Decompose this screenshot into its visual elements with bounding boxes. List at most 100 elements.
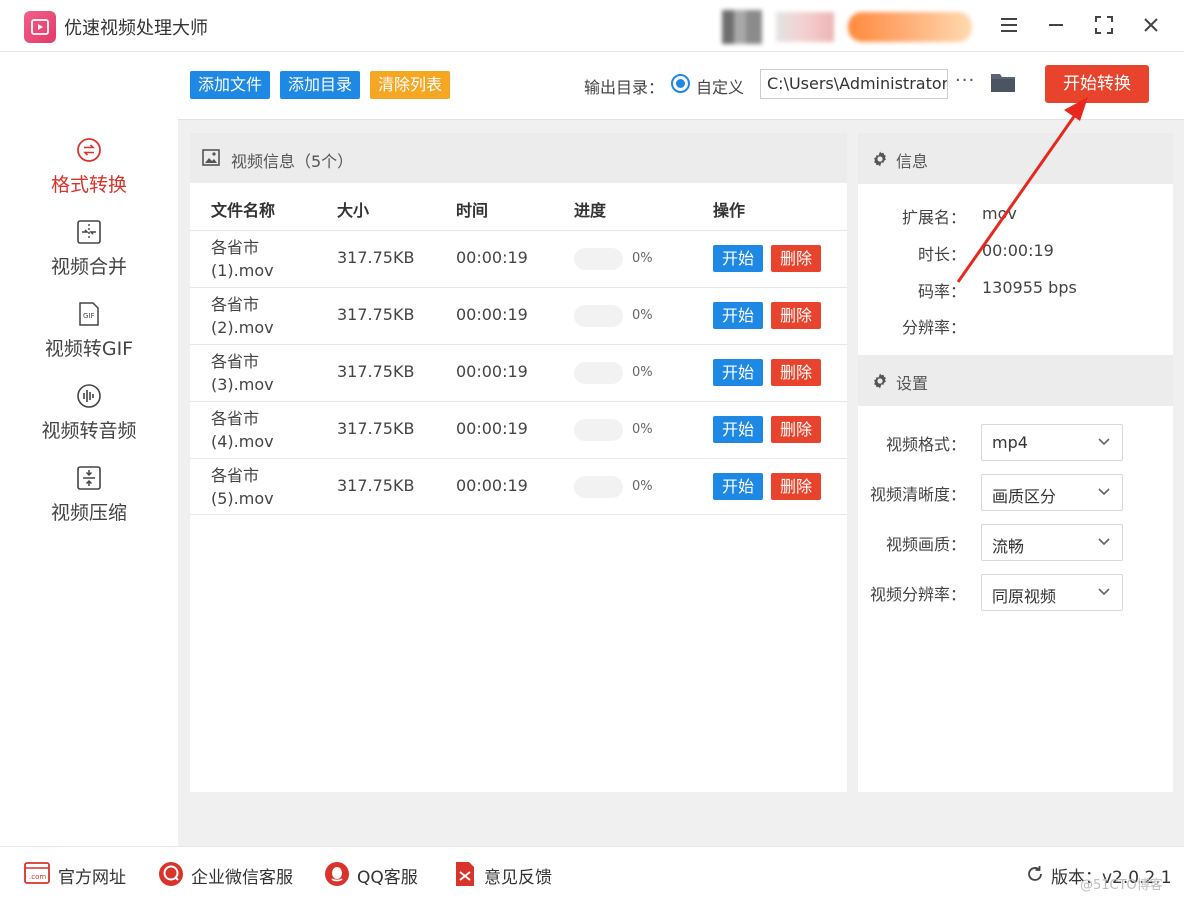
qq-support-link[interactable]: QQ客服 [324, 861, 424, 888]
row-start-button[interactable]: 开始 [713, 416, 764, 443]
video-format-select[interactable]: mp4 [981, 424, 1123, 461]
gear-icon [871, 372, 889, 394]
sidebar-item-format-convert[interactable]: 格式转换 [0, 136, 178, 206]
add-file-button[interactable]: 添加文件 [190, 71, 271, 99]
sidebar-item-label: 格式转换 [50, 174, 127, 196]
video-resolution-select[interactable]: 同原视频 [981, 574, 1123, 611]
file-size: 317.75KB [337, 305, 415, 324]
output-path-input[interactable]: C:\Users\Administrator\ [760, 69, 948, 99]
menu-icon[interactable] [996, 12, 1022, 38]
sidebar-item-gif[interactable]: GIF 视频转GIF [0, 300, 178, 370]
sidebar-item-label: 视频转音频 [41, 420, 137, 442]
format-convert-icon [75, 136, 103, 164]
row-start-button[interactable]: 开始 [713, 359, 764, 386]
chevron-down-icon [1098, 438, 1110, 446]
vip-badge[interactable] [848, 12, 972, 42]
info-header: 信息 [858, 133, 1173, 184]
gear-icon [871, 150, 889, 172]
file-size: 317.75KB [337, 362, 415, 381]
file-name: 各省市 (3).mov [211, 352, 274, 394]
sidebar-item-compress[interactable]: 视频压缩 [0, 464, 178, 534]
user-avatar[interactable] [722, 10, 762, 44]
video-clarity-value: 画质区分 [992, 487, 1057, 506]
website-label: 官方网址 [58, 868, 126, 888]
chevron-down-icon [1098, 588, 1110, 596]
progress-bar [574, 476, 623, 498]
progress-percent: 0% [632, 251, 653, 266]
qq-support-label: QQ客服 [357, 868, 418, 888]
footer: .com 官方网址 企业微信客服 QQ客服 意见反馈 版本：v2.0.2.1 [0, 846, 1184, 900]
watermark: @51CTO博客 [1080, 878, 1163, 893]
progress-percent: 0% [632, 365, 653, 380]
file-duration: 00:00:19 [456, 362, 528, 381]
column-header-time: 时间 [456, 201, 489, 220]
gif-icon: GIF [75, 300, 103, 328]
minimize-icon[interactable] [1043, 12, 1069, 38]
table-row[interactable]: 各省市 (1).mov 317.75KB 00:00:19 0% 开始 删除 [190, 230, 847, 287]
row-delete-button[interactable]: 删除 [771, 302, 822, 329]
output-dir-label: 输出目录： [584, 78, 665, 97]
file-duration: 00:00:19 [456, 419, 528, 438]
clear-list-button[interactable]: 清除列表 [370, 71, 451, 99]
sidebar-item-label: 视频转GIF [44, 338, 134, 360]
custom-radio-label[interactable]: 自定义 [696, 74, 744, 98]
app-title: 优速视频处理大师 [64, 18, 208, 39]
row-delete-button[interactable]: 删除 [771, 473, 822, 500]
video-list-panel: 视频信息（5个） 文件名称 大小 时间 进度 操作 各省市 (1).mov 31… [190, 133, 847, 792]
feedback-link[interactable]: 意见反馈 [454, 861, 554, 888]
compress-icon [75, 464, 103, 492]
website-icon: .com [24, 861, 50, 889]
wechat-icon [158, 861, 184, 891]
file-duration: 00:00:19 [456, 476, 528, 495]
info-settings-panel: 信息 扩展名： mov 时长： 00:00:19 码率： 130955 bps … [858, 133, 1173, 792]
file-name: 各省市 (4).mov [211, 409, 274, 451]
video-format-value: mp4 [992, 433, 1028, 452]
row-delete-button[interactable]: 删除 [771, 416, 822, 443]
add-directory-button[interactable]: 添加目录 [280, 71, 361, 99]
qq-icon [324, 861, 350, 891]
close-icon[interactable] [1138, 12, 1164, 38]
audio-icon [75, 382, 103, 410]
file-name: 各省市 (5).mov [211, 466, 274, 508]
start-convert-button[interactable]: 开始转换 [1045, 65, 1149, 103]
browse-more-button[interactable]: ··· [955, 70, 975, 91]
row-start-button[interactable]: 开始 [713, 245, 764, 272]
video-clarity-select[interactable]: 画质区分 [981, 474, 1123, 511]
table-row[interactable]: 各省市 (5).mov 317.75KB 00:00:19 0% 开始 删除 [190, 458, 847, 515]
video-quality-label: 视频画质： [885, 535, 966, 554]
sidebar-item-merge[interactable]: 视频合并 [0, 218, 178, 288]
info-title: 信息 [896, 152, 929, 171]
merge-icon [75, 218, 103, 246]
maximize-icon[interactable] [1091, 12, 1117, 38]
row-delete-button[interactable]: 删除 [771, 245, 822, 272]
progress-bar [574, 419, 623, 441]
table-row[interactable]: 各省市 (4).mov 317.75KB 00:00:19 0% 开始 删除 [190, 401, 847, 458]
video-quality-value: 流畅 [992, 537, 1025, 556]
sidebar-item-audio[interactable]: 视频转音频 [0, 382, 178, 452]
video-quality-select[interactable]: 流畅 [981, 524, 1123, 561]
file-size: 317.75KB [337, 419, 415, 438]
column-header-name: 文件名称 [211, 201, 276, 220]
svg-text:.com: .com [29, 873, 46, 881]
progress-percent: 0% [632, 422, 653, 437]
row-start-button[interactable]: 开始 [713, 302, 764, 329]
custom-radio[interactable] [671, 74, 690, 93]
row-delete-button[interactable]: 删除 [771, 359, 822, 386]
website-link[interactable]: .com 官方网址 [24, 861, 134, 889]
resolution-label: 分辨率： [901, 318, 966, 337]
row-start-button[interactable]: 开始 [713, 473, 764, 500]
settings-header: 设置 [858, 355, 1173, 406]
feedback-label: 意见反馈 [484, 868, 552, 888]
video-list-header: 视频信息（5个） [190, 133, 847, 183]
progress-bar [574, 305, 623, 327]
sidebar: 格式转换 视频合并 GIF 视频转GIF 视频转音频 视频压缩 [0, 52, 178, 846]
wechat-support-link[interactable]: 企业微信客服 [158, 861, 298, 888]
svg-text:GIF: GIF [83, 312, 95, 320]
column-header-action: 操作 [713, 201, 746, 220]
table-row[interactable]: 各省市 (2).mov 317.75KB 00:00:19 0% 开始 删除 [190, 287, 847, 344]
folder-icon[interactable] [990, 70, 1016, 96]
table-row[interactable]: 各省市 (3).mov 317.75KB 00:00:19 0% 开始 删除 [190, 344, 847, 401]
video-clarity-label: 视频清晰度： [869, 485, 966, 504]
duration-value: 00:00:19 [982, 241, 1054, 260]
progress-bar [574, 248, 623, 270]
